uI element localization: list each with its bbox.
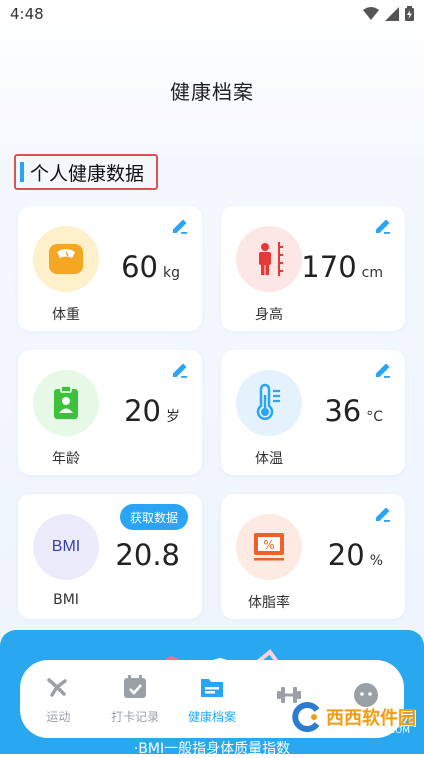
bmi-value: 20.8 (115, 538, 180, 572)
weight-icon-circle (33, 226, 99, 292)
body-fat-number: 20 (327, 538, 365, 572)
age-unit: 岁 (166, 409, 180, 425)
id-badge-icon (54, 385, 78, 419)
body-fat-card[interactable]: % 20 % 体脂率 (221, 494, 405, 619)
weight-label: 体重 (52, 307, 80, 323)
temperature-icon-circle (236, 370, 302, 436)
height-number: 170 (301, 250, 357, 284)
nav-item-sport[interactable]: 运动 (23, 674, 93, 725)
nav-label-health-records: 健康档案 (187, 709, 236, 724)
calendar-check-icon (124, 674, 147, 698)
age-icon-circle (33, 370, 99, 436)
edit-weight-icon[interactable] (170, 216, 190, 236)
status-icons (363, 6, 414, 21)
temperature-value: 36 °C (324, 394, 383, 428)
height-unit: cm (361, 265, 383, 281)
wifi-icon (363, 6, 379, 20)
percent-monitor-icon: % (254, 533, 284, 561)
height-icon (259, 242, 283, 276)
height-card[interactable]: 170 cm 身高 (221, 206, 405, 331)
battery-icon (405, 6, 414, 21)
nav-label-checkin: 打卡记录 (111, 709, 160, 724)
page-title: 健康档案 (170, 80, 254, 104)
watermark: 西西软件园 CR173.COM (292, 702, 416, 736)
weight-value: 60 kg (121, 250, 180, 284)
bmi-icon-circle: BMI (33, 514, 99, 580)
age-number: 20 (124, 394, 161, 428)
weight-card[interactable]: 60 kg 体重 (18, 206, 202, 331)
height-icon-circle (236, 226, 302, 292)
bmi-label: BMI (53, 592, 79, 608)
age-label: 年龄 (52, 451, 80, 467)
edit-height-icon[interactable] (373, 216, 393, 236)
nav-item-checkin[interactable]: 打卡记录 (100, 674, 170, 725)
section-title-text: 个人健康数据 (30, 162, 145, 185)
nav-item-health-records[interactable]: 健康档案 (177, 674, 247, 725)
watermark-logo-icon (292, 702, 320, 732)
bmi-number: 20.8 (115, 538, 180, 572)
folder-icon (200, 678, 223, 697)
bmi-footnote: ·BMI一般指身体质量指数 (133, 741, 291, 757)
bmi-card[interactable]: BMI 20.8 BMI 获取数据 (18, 494, 202, 619)
height-label: 身高 (255, 307, 283, 323)
thermometer-icon (256, 383, 280, 420)
signal-icon (385, 6, 399, 21)
svg-text:%: % (263, 538, 274, 552)
status-bar: 4:48 (0, 0, 424, 30)
age-value: 20 岁 (124, 394, 180, 428)
edit-body-fat-icon[interactable] (373, 504, 393, 524)
nav-label-sport: 运动 (46, 709, 71, 724)
body-fat-value: 20 % (328, 538, 383, 572)
weight-number: 60 (121, 250, 158, 284)
scale-icon (49, 244, 83, 274)
watermark-sub: CR173.COM (356, 726, 410, 736)
sport-icon (47, 677, 68, 697)
status-time: 4:48 (10, 5, 44, 23)
temperature-number: 36 (324, 394, 362, 428)
fetch-data-button[interactable]: 获取数据 (119, 504, 188, 530)
temperature-unit: °C (366, 409, 383, 425)
section-title: 个人健康数据 (14, 154, 158, 190)
bmi-icon: BMI (51, 538, 81, 555)
body-fat-unit: % (369, 553, 383, 569)
edit-temperature-icon[interactable] (373, 360, 393, 380)
temperature-label: 体温 (255, 451, 283, 467)
weight-unit: kg (163, 265, 180, 281)
temperature-card[interactable]: 36 °C 体温 (221, 350, 405, 475)
body-fat-icon-circle: % (236, 514, 302, 580)
body-fat-label: 体脂率 (248, 595, 290, 611)
height-value: 170 cm (301, 250, 383, 284)
age-card[interactable]: 20 岁 年龄 (18, 350, 202, 475)
edit-age-icon[interactable] (170, 360, 190, 380)
